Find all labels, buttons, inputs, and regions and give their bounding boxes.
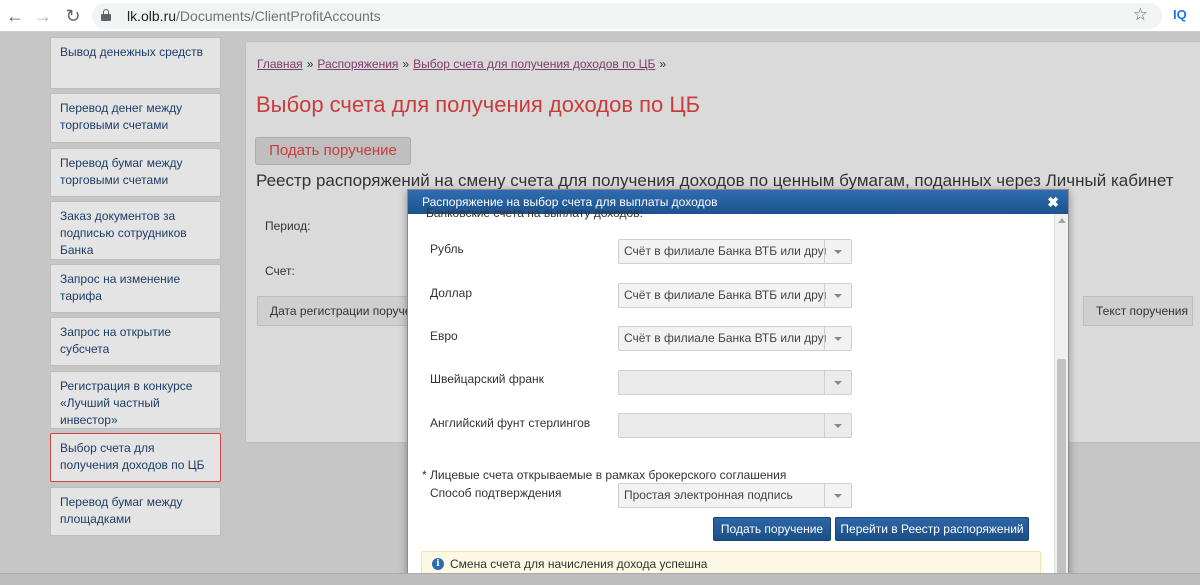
account-select-eur[interactable]: Счёт в филиале Банка ВТБ или другом банк… [618, 326, 852, 351]
account-select-chf[interactable] [618, 370, 852, 395]
currency-label-eur: Евро [430, 329, 458, 343]
chevron-down-icon[interactable] [824, 284, 851, 307]
account-select-rub[interactable]: Счёт в филиале Банка ВТБ или другом банк… [618, 239, 852, 264]
reload-icon[interactable]: ↻ [63, 6, 83, 26]
browser-toolbar: ← → ↻ lk.olb.ru/Documents/ClientProfitAc… [0, 0, 1200, 32]
clipped-section-heading: Банковские счета на выплату доходов: [426, 206, 643, 220]
account-label: Счет: [265, 264, 295, 278]
dialog-body: Банковские счета на выплату доходов: Руб… [408, 206, 1054, 584]
chevron-down-icon[interactable] [824, 414, 851, 437]
table-header-order-text[interactable]: Текст поручения [1083, 296, 1193, 326]
select-value: Счёт в филиале Банка ВТБ или другом банк… [624, 288, 826, 302]
account-selection-dialog: Распоряжение на выбор счета для выплаты … [407, 189, 1069, 585]
back-arrow-icon[interactable]: ← [5, 6, 25, 26]
sidebar-item-documents-order[interactable]: Заказ документов за подписью сотрудников… [50, 201, 221, 260]
submit-order-button[interactable]: Подать поручение [255, 137, 411, 165]
breadcrumb-separator: » [402, 57, 410, 71]
go-to-registry-button[interactable]: Перейти в Реестр распоряжений [835, 517, 1029, 541]
extension-iq-icon[interactable]: IQ [1173, 7, 1187, 22]
breadcrumb-separator: » [306, 57, 314, 71]
dialog-scrollbar[interactable] [1054, 214, 1068, 584]
period-label: Период: [265, 219, 311, 233]
bookmark-star-icon[interactable]: ☆ [1133, 5, 1148, 25]
breadcrumb-separator: » [659, 57, 667, 71]
sidebar-item-income-account[interactable]: Выбор счета для получения доходов по ЦБ [50, 433, 221, 482]
dialog-submit-button[interactable]: Подать поручение [713, 517, 831, 541]
currency-label-gbp: Английский фунт стерлингов [430, 416, 591, 430]
info-icon: i [432, 558, 444, 570]
scrollbar-thumb[interactable] [1057, 359, 1066, 574]
close-icon[interactable]: ✖ [1047, 190, 1059, 214]
table-header-registration-date[interactable]: Дата регистрации поручения [257, 296, 417, 326]
chevron-down-icon[interactable] [824, 240, 851, 263]
sidebar-item-subaccount[interactable]: Запрос на открытие субсчета [50, 317, 221, 366]
sidebar-item-contest[interactable]: Регистрация в конкурсе «Лучший частный и… [50, 371, 221, 429]
currency-label-chf: Швейцарский франк [430, 372, 544, 386]
url-text[interactable]: lk.olb.ru/Documents/ClientProfitAccounts [127, 8, 381, 24]
currency-label-usd: Доллар [430, 286, 473, 300]
scroll-up-arrow-icon[interactable] [1058, 218, 1066, 223]
page-footer [0, 573, 1200, 585]
lock-icon [101, 9, 111, 21]
chevron-down-icon[interactable] [824, 371, 851, 394]
account-select-usd[interactable]: Счёт в филиале Банка ВТБ или другом банк… [618, 283, 852, 308]
url-host: lk.olb.ru [127, 8, 177, 24]
breadcrumb: Главная» Распоряжения» Выбор счета для пол… [257, 57, 670, 71]
registry-subtitle: Реестр распоряжений на смену счета для п… [256, 171, 1174, 190]
forward-arrow-icon[interactable]: → [33, 6, 53, 26]
breadcrumb-orders[interactable]: Распоряжения [317, 57, 398, 71]
select-value: Счёт в филиале Банка ВТБ или другом банк… [624, 331, 826, 345]
page-title: Выбор счета для получения доходов по ЦБ [256, 92, 701, 117]
chevron-down-icon[interactable] [824, 327, 851, 350]
address-bar[interactable]: lk.olb.ru/Documents/ClientProfitAccounts… [92, 3, 1162, 29]
confirmation-method-label: Способ подтверждения [430, 486, 562, 500]
breadcrumb-home[interactable]: Главная [257, 57, 303, 71]
account-select-gbp[interactable] [618, 413, 852, 438]
currency-label-rub: Рубль [430, 242, 464, 256]
footnote-text: * Лицевые счета открываемые в рамках бро… [422, 468, 787, 482]
sidebar-item-platform-transfer[interactable]: Перевод бумаг между площадками [50, 487, 221, 536]
sidebar-item-withdraw[interactable]: Вывод денежных средств [50, 37, 221, 89]
sidebar-item-tariff-change[interactable]: Запрос на изменение тарифа [50, 264, 221, 313]
sidebar-item-securities-transfer[interactable]: Перевод бумаг между торговыми счетами [50, 148, 221, 197]
sidebar-item-money-transfer[interactable]: Перевод денег между торговыми счетами [50, 93, 221, 143]
url-path: /Documents/ClientProfitAccounts [176, 8, 381, 24]
select-value: Простая электронная подпись [624, 488, 793, 502]
select-value: Счёт в филиале Банка ВТБ или другом банк… [624, 244, 826, 258]
chevron-down-icon[interactable] [824, 484, 851, 507]
alert-text: Смена счета для начисления дохода успешн… [450, 557, 708, 571]
confirmation-method-select[interactable]: Простая электронная подпись [618, 483, 852, 508]
breadcrumb-current[interactable]: Выбор счета для получения доходов по ЦБ [413, 57, 655, 71]
